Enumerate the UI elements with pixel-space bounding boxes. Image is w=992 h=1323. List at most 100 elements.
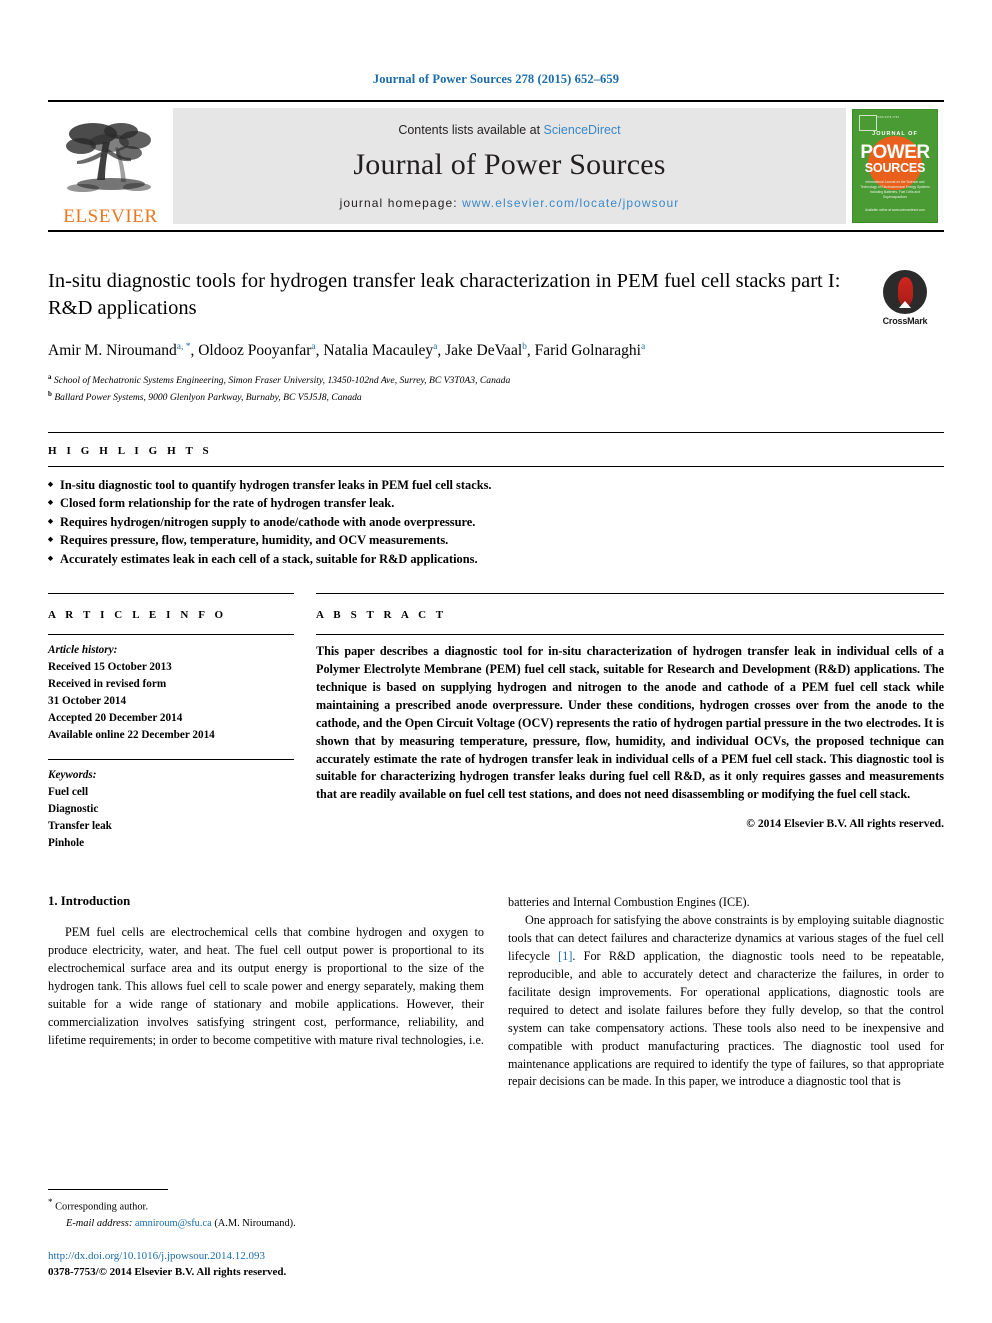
crossmark-badge[interactable]: CrossMark bbox=[868, 270, 942, 326]
issn-copyright-line: 0378-7753/© 2014 Elsevier B.V. All right… bbox=[48, 1266, 287, 1279]
keywords-divider bbox=[48, 758, 294, 760]
article-info-label: A R T I C L E I N F O bbox=[48, 608, 227, 621]
section-heading-introduction: 1. Introduction bbox=[48, 894, 131, 909]
corresponding-author-label: Corresponding author. bbox=[55, 1201, 149, 1213]
body-columns: 1. Introduction PEM fuel cells are elect… bbox=[48, 894, 944, 1091]
affiliation-mark: b bbox=[48, 390, 52, 399]
article-history-label: Article history: bbox=[48, 643, 118, 656]
citation-link[interactable]: [1] bbox=[558, 949, 572, 963]
crossmark-label: CrossMark bbox=[882, 316, 928, 326]
list-item: Requires hydrogen/nitrogen supply to ano… bbox=[48, 513, 944, 532]
homepage-prefix: journal homepage: bbox=[339, 195, 463, 210]
keywords-body: Keywords: Fuel cell Diagnostic Transfer … bbox=[48, 767, 294, 852]
journal-cover-thumbnail: ISSN 0378-7753 JOURNAL OF POWER SOURCES … bbox=[846, 102, 944, 230]
body-column-left: 1. Introduction PEM fuel cells are elect… bbox=[48, 894, 484, 1091]
author-name: Oldooz Pooyanfar bbox=[198, 342, 312, 359]
history-item: Received in revised form bbox=[48, 677, 167, 690]
journal-title: Journal of Power Sources bbox=[353, 147, 666, 181]
affiliation-list: a School of Mechatronic Systems Engineer… bbox=[48, 372, 944, 406]
paragraph: One approach for satisfying the above co… bbox=[508, 912, 944, 1091]
email-line: E-mail address: amniroum@sfu.ca (A.M. Ni… bbox=[48, 1216, 484, 1232]
elsevier-wordmark: ELSEVIER bbox=[63, 206, 158, 227]
history-item: Accepted 20 December 2014 bbox=[48, 711, 183, 724]
author-name: Amir M. Niroumand bbox=[48, 342, 177, 359]
cover-elsevier-mark bbox=[859, 115, 877, 131]
article-history-block: Article history: Received 15 October 201… bbox=[48, 642, 294, 744]
contents-available-line: Contents lists available at ScienceDirec… bbox=[398, 123, 620, 137]
highlights-label: H I G H L I G H T S bbox=[48, 445, 213, 458]
article-info-column: A R T I C L E I N F O Article history: R… bbox=[48, 592, 316, 852]
sciencedirect-link[interactable]: ScienceDirect bbox=[544, 123, 621, 137]
info-top-rule bbox=[48, 592, 294, 594]
info-divider bbox=[48, 633, 294, 635]
journal-masthead: ELSEVIER Contents lists available at Sci… bbox=[48, 100, 944, 232]
affiliation-text: School of Mechatronic Systems Engineerin… bbox=[53, 375, 511, 387]
corresponding-author-line: * Corresponding author. bbox=[48, 1196, 484, 1215]
keyword-item: Fuel cell bbox=[48, 786, 89, 798]
crossmark-inner-shape bbox=[897, 277, 913, 308]
elsevier-logo: ELSEVIER bbox=[48, 102, 173, 230]
author-sep: , bbox=[526, 342, 535, 359]
author-affil-mark: a bbox=[640, 341, 646, 352]
crossmark-icon bbox=[883, 270, 927, 314]
affiliation-item: b Ballard Power Systems, 9000 Glenlyon P… bbox=[48, 389, 944, 406]
affiliation-text: Ballard Power Systems, 9000 Glenlyon Par… bbox=[54, 392, 362, 404]
abstract-column: A B S T R A C T This paper describes a d… bbox=[316, 592, 944, 852]
affiliation-mark: a bbox=[48, 373, 52, 381]
article-page: Journal of Power Sources 278 (2015) 652–… bbox=[0, 0, 992, 1323]
abstract-copyright: © 2014 Elsevier B.V. All rights reserved… bbox=[746, 817, 944, 831]
author-affil-mark: a, * bbox=[176, 341, 191, 352]
history-item: 31 October 2014 bbox=[48, 694, 127, 707]
email-label: E-mail address: bbox=[66, 1217, 133, 1229]
abstract-divider bbox=[316, 633, 944, 635]
email-link[interactable]: amniroum@sfu.ca bbox=[135, 1218, 212, 1229]
cover-image: ISSN 0378-7753 JOURNAL OF POWER SOURCES … bbox=[852, 109, 938, 223]
cover-line-1: JOURNAL OF bbox=[872, 131, 918, 137]
list-item: In-situ diagnostic tool to quantify hydr… bbox=[48, 476, 944, 495]
highlights-section: H I G H L I G H T S In-situ diagnostic t… bbox=[48, 432, 944, 569]
journal-banner: Contents lists available at ScienceDirec… bbox=[173, 108, 846, 224]
doi-block: http://dx.doi.org/10.1016/j.jpowsour.201… bbox=[48, 1249, 484, 1281]
author-name: Farid Golnaraghi bbox=[534, 342, 641, 359]
page-title: In-situ diagnostic tools for hydrogen tr… bbox=[48, 270, 841, 320]
title-row: In-situ diagnostic tools for hydrogen tr… bbox=[48, 268, 944, 326]
keyword-item: Diagnostic bbox=[48, 803, 99, 816]
doi-link[interactable]: http://dx.doi.org/10.1016/j.jpowsour.201… bbox=[48, 1249, 484, 1265]
cover-line-2: POWER bbox=[860, 142, 930, 163]
abstract-text: This paper describes a diagnostic tool f… bbox=[316, 643, 944, 802]
affiliation-item: a School of Mechatronic Systems Engineer… bbox=[48, 372, 944, 389]
author-sep: , bbox=[437, 342, 446, 359]
highlights-divider bbox=[48, 466, 944, 468]
cover-footer: Available online at www.sciencedirect.co… bbox=[865, 207, 925, 212]
cover-issn-text: ISSN 0378-7753 bbox=[877, 116, 899, 119]
info-abstract-row: A R T I C L E I N F O Article history: R… bbox=[48, 592, 944, 852]
footnote-area: * Corresponding author. E-mail address: … bbox=[48, 1189, 484, 1281]
running-head: Journal of Power Sources 278 (2015) 652–… bbox=[372, 72, 620, 86]
homepage-link[interactable]: www.elsevier.com/locate/jpowsour bbox=[462, 196, 679, 210]
keywords-block: Keywords: Fuel cell Diagnostic Transfer … bbox=[48, 758, 294, 852]
elsevier-tree-icon bbox=[65, 123, 151, 192]
paragraph-continuation: batteries and Internal Combustion Engine… bbox=[508, 895, 750, 910]
footnote-rule bbox=[48, 1189, 168, 1191]
list-item: Requires pressure, flow, temperature, hu… bbox=[48, 531, 944, 550]
corresponding-star: * bbox=[48, 1197, 53, 1208]
list-item: Closed form relationship for the rate of… bbox=[48, 494, 944, 513]
author-name: Jake DeVaal bbox=[445, 342, 523, 359]
history-item: Received 15 October 2013 bbox=[48, 660, 172, 673]
email-suffix: (A.M. Niroumand). bbox=[214, 1217, 296, 1229]
keywords-label: Keywords: bbox=[48, 768, 97, 781]
highlights-list: In-situ diagnostic tool to quantify hydr… bbox=[48, 476, 944, 569]
crossmark-triangle-icon bbox=[899, 301, 911, 308]
journal-homepage-line: journal homepage: www.elsevier.com/locat… bbox=[340, 196, 680, 210]
paragraph-part-2: . For R&D application, the diagnostic to… bbox=[508, 948, 944, 1089]
history-item: Available online 22 December 2014 bbox=[48, 728, 215, 741]
author-list: Amir M. Niroumanda, *, Oldooz Pooyanfar a… bbox=[48, 340, 808, 362]
author-name: Natalia Macauley bbox=[323, 342, 434, 359]
list-item: Accurately estimates leak in each cell o… bbox=[48, 550, 944, 569]
contents-prefix: Contents lists available at bbox=[398, 122, 544, 137]
abstract-label: A B S T R A C T bbox=[316, 608, 447, 621]
keyword-item: Transfer leak bbox=[48, 820, 112, 833]
cover-line-3: SOURCES bbox=[864, 161, 926, 175]
cover-subtitle: International Journal on the Science and… bbox=[860, 180, 930, 199]
keyword-item: Pinhole bbox=[48, 837, 85, 850]
